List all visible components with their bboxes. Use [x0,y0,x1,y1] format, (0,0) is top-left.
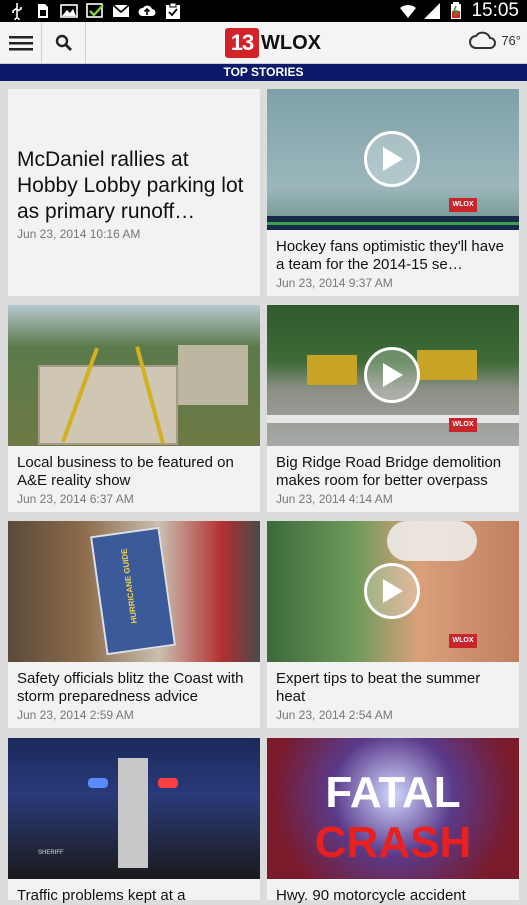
guide-title: HURRICANE GUIDE [119,547,139,625]
cloud-icon [469,31,497,49]
search-button[interactable] [42,22,86,64]
story-title: Hockey fans optimistic they'll have a te… [276,238,504,273]
wifi-icon [400,4,417,18]
wlox-logo[interactable]: 13 WLOX [225,28,321,58]
logo-station-name: WLOX [261,31,321,54]
play-button[interactable] [364,347,420,403]
story-date: Jun 23, 2014 10:16 AM [17,227,141,241]
story-date: Jun 23, 2014 9:37 AM [276,276,393,290]
status-bar: 15:05 [0,0,527,22]
story-title: Big Ridge Road Bridge demolition makes r… [276,454,502,489]
logo-channel-number: 13 [225,28,259,58]
story-thumbnail: WLOX [267,305,519,446]
story-date: Jun 23, 2014 2:54 AM [276,708,393,722]
battery-icon [451,2,462,19]
play-button[interactable] [364,563,420,619]
story-date: Jun 23, 2014 6:37 AM [17,492,134,506]
upload-icon [138,5,156,16]
story-title: Hwy. 90 motorcycle accident [276,887,466,904]
story-title: Expert tips to beat the summer heat [276,670,481,705]
play-button[interactable] [364,131,420,187]
story-title: Traffic problems kept at a [17,887,186,904]
weather-widget[interactable]: 76° [469,30,521,50]
play-icon [383,147,403,171]
clipboard-icon [166,2,180,19]
story-thumbnail [8,305,260,446]
story-thumbnail: WLOX [267,521,519,662]
play-icon [383,579,403,603]
check-icon [86,3,104,18]
image-icon [60,4,78,18]
fatal-text: FATAL [325,768,461,817]
station-bug: WLOX [449,198,477,212]
station-bug: WLOX [449,634,477,648]
sheriff-label: SHERIFF [38,850,64,856]
story-card[interactable]: HURRICANE GUIDE Safety officials blitz t… [8,521,260,728]
station-bug: WLOX [449,418,477,432]
temperature: 76° [501,32,521,48]
clock: 15:05 [471,0,519,21]
story-title: Local business to be featured on A&E rea… [17,454,234,489]
story-thumbnail: SHERIFF [8,738,260,879]
story-card[interactable]: SHERIFF Traffic problems kept at a [8,738,260,904]
play-icon [383,363,403,387]
story-thumbnail: HURRICANE GUIDE [8,521,260,662]
story-date: Jun 23, 2014 2:59 AM [17,708,134,722]
crash-text: CRASH [314,818,472,867]
app-bar: 13 WLOX 76° [0,22,527,64]
story-title: McDaniel rallies at Hobby Lobby parking … [17,148,244,223]
search-icon [55,34,72,51]
hamburger-icon [8,36,33,51]
story-title: Safety officials blitz the Coast with st… [17,670,244,705]
signal-icon [424,3,441,19]
story-card[interactable]: McDaniel rallies at Hobby Lobby parking … [8,89,260,296]
story-card[interactable]: WLOX Expert tips to beat the summer heat… [267,521,519,728]
usb-icon [12,3,22,20]
story-card[interactable]: FATAL CRASH Hwy. 90 motorcycle accident [267,738,519,904]
story-card[interactable]: WLOX Hockey fans optimistic they'll have… [267,89,519,296]
story-thumbnail: FATAL CRASH [267,738,519,879]
section-header: TOP STORIES [0,64,527,81]
story-thumbnail: WLOX [267,89,519,230]
menu-button[interactable] [0,22,42,64]
story-card[interactable]: Local business to be featured on A&E rea… [8,305,260,512]
mail-icon [112,4,130,17]
sim-icon [38,4,48,18]
story-card[interactable]: WLOX Big Ridge Road Bridge demolition ma… [267,305,519,512]
story-date: Jun 23, 2014 4:14 AM [276,492,393,506]
